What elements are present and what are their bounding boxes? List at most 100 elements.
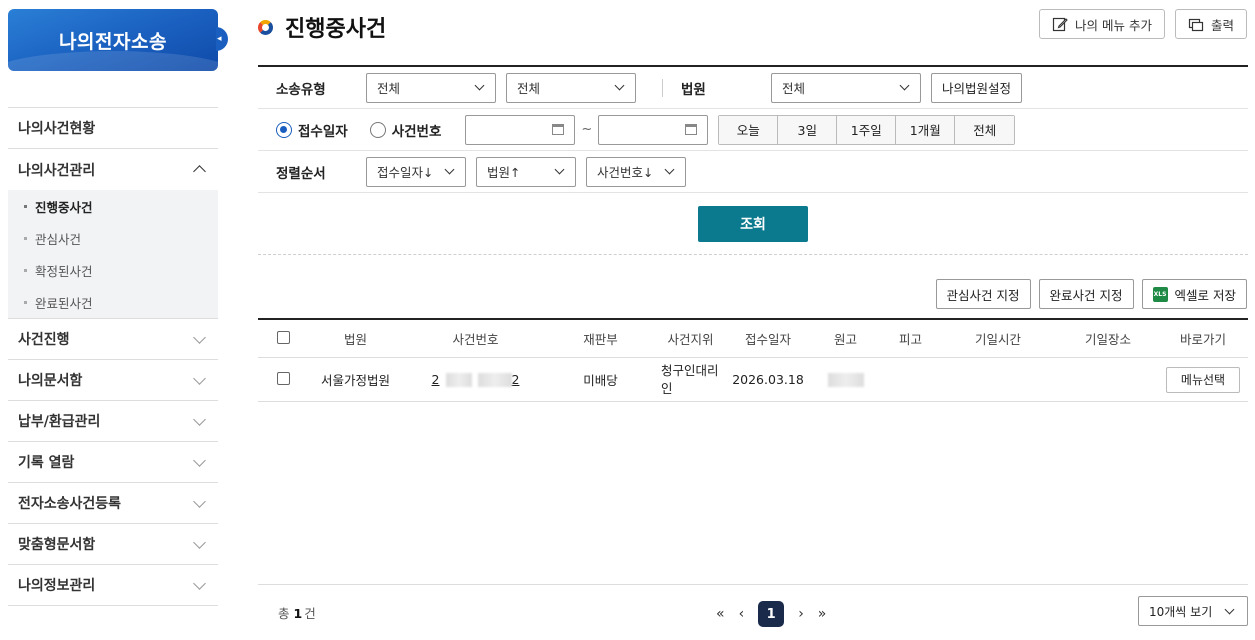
brand-wave — [8, 51, 218, 71]
page-1-button[interactable]: 1 — [758, 601, 785, 627]
period-3day-button[interactable]: 3일 — [778, 115, 838, 144]
type-select-1[interactable]: 전체 — [366, 72, 496, 103]
cell-date: 2026.03.18 — [732, 372, 804, 387]
prev-page-icon[interactable]: ‹ — [739, 606, 745, 622]
sidebar-item-custom-docs[interactable]: 맞춤형문서함 — [8, 524, 218, 565]
divider — [662, 78, 663, 97]
query-button[interactable]: 조회 — [698, 205, 808, 242]
radio-received-date[interactable]: 접수일자 — [276, 120, 348, 140]
chevron-down-icon — [1224, 604, 1235, 614]
select-all-checkbox[interactable] — [276, 330, 290, 344]
cell-status: 청구인대리인 — [661, 362, 719, 396]
type-select-2[interactable]: 전체 — [506, 72, 636, 103]
period-1week-button[interactable]: 1주일 — [837, 115, 897, 144]
next-page-icon[interactable]: › — [798, 606, 804, 622]
chevron-down-icon — [664, 164, 675, 175]
print-label: 출력 — [1210, 17, 1234, 33]
sidebar-collapse-icon[interactable]: ◂ — [216, 27, 228, 51]
date-to-field[interactable] — [598, 114, 709, 145]
submenu: 진행중사건 관심사건 확정된사건 완료된사건 — [8, 190, 218, 319]
submenu-item-interest[interactable]: 관심사건 — [8, 222, 218, 254]
type-label: 소송유형 — [276, 81, 326, 98]
sidebar-item-label: 나의문서함 — [18, 373, 83, 389]
col-date: 접수일자 — [744, 332, 791, 347]
print-icon — [1188, 18, 1204, 32]
submenu-item-ongoing[interactable]: 진행중사건 — [8, 190, 218, 222]
brand-banner[interactable]: 나의전자소송 — [8, 9, 218, 71]
col-status: 사건지위 — [667, 332, 714, 347]
redacted-block — [445, 373, 472, 388]
court-label: 법원 — [681, 81, 706, 98]
last-page-icon[interactable]: » — [818, 606, 827, 622]
excel-icon: XLS — [1152, 286, 1168, 302]
sidebar-item-label: 기록 열람 — [18, 455, 75, 471]
redacted-block — [827, 373, 864, 388]
sort-select-court[interactable]: 법원↑ — [476, 156, 576, 187]
search-row-type: 소송유형 전체 전체 법원 전체 나의법원설정 — [258, 67, 1248, 109]
col-hearing-place: 기일장소 — [1084, 332, 1131, 347]
sort-select-date[interactable]: 접수일자↓ — [366, 156, 466, 187]
sidebar-item-case-register[interactable]: 전자소송사건등록 — [8, 483, 218, 524]
submenu-label: 관심사건 — [35, 231, 82, 247]
case-table: 법원 사건번호 재판부 사건지위 접수일자 원고 피고 기일시간 기일장소 바로… — [258, 318, 1248, 402]
sidebar-item-records[interactable]: 기록 열람 — [8, 442, 218, 483]
sidebar-menu: 나의사건현황 나의사건관리 진행중사건 관심사건 확정된사건 완료된사건 사건진… — [8, 107, 218, 606]
menu-select-button[interactable]: 메뉴선택 — [1165, 366, 1241, 393]
chevron-down-icon — [444, 164, 455, 175]
court-setting-button[interactable]: 나의법원설정 — [931, 72, 1023, 103]
set-interest-button[interactable]: 관심사건 지정 — [935, 279, 1031, 309]
cell-plaintiff — [808, 372, 883, 388]
total-suffix: 건 — [304, 606, 316, 621]
col-plaintiff: 원고 — [833, 332, 857, 347]
sidebar-item-label: 전자소송사건등록 — [18, 496, 122, 512]
add-my-menu-button[interactable]: 나의 메뉴 추가 — [1039, 9, 1165, 39]
calendar-icon[interactable] — [552, 124, 565, 135]
sidebar-item-case-status[interactable]: 나의사건현황 — [8, 108, 218, 149]
period-today-button[interactable]: 오늘 — [719, 115, 779, 144]
first-page-icon[interactable]: « — [716, 606, 725, 622]
per-page-select[interactable]: 10개씩 보기 — [1138, 596, 1248, 626]
chevron-up-icon — [193, 165, 206, 178]
radio-case-number[interactable]: 사건번호 — [369, 120, 441, 140]
date-from-field[interactable] — [465, 114, 576, 145]
submenu-item-completed[interactable]: 완료된사건 — [8, 286, 218, 318]
total-count: 총1건 — [278, 603, 316, 622]
per-page-value: 10개씩 보기 — [1149, 604, 1213, 619]
header-checkbox-cell — [258, 330, 308, 347]
sort-select-caseno[interactable]: 사건번호↓ — [586, 156, 686, 187]
period-all-button[interactable]: 전체 — [955, 115, 1015, 144]
search-row-date: 접수일자 사건번호 ~ 오늘 3일 1주일 1개월 전체 — [258, 109, 1248, 151]
select-value: 전체 — [782, 81, 806, 96]
col-shortcut: 바로가기 — [1179, 332, 1226, 347]
sidebar: 나의전자소송 ◂ 나의사건현황 나의사건관리 진행중사건 관심사건 확정된사건 … — [8, 9, 228, 606]
table-actions: 관심사건 지정 완료사건 지정 XLS 엑셀로 저장 — [935, 279, 1247, 309]
row-checkbox-cell — [258, 371, 308, 388]
print-button[interactable]: 출력 — [1174, 9, 1247, 39]
cell-case-number[interactable]: 22 — [403, 372, 548, 388]
chevron-down-icon — [554, 164, 565, 175]
sidebar-item-case-management[interactable]: 나의사건관리 — [8, 149, 218, 190]
sort-label: 정렬순서 — [276, 165, 326, 182]
sidebar-item-documents[interactable]: 나의문서함 — [8, 360, 218, 401]
bullet-icon — [24, 300, 27, 304]
court-select[interactable]: 전체 — [771, 72, 921, 103]
table-footer: 총1건 « ‹ 1 › » 10개씩 보기 — [258, 584, 1248, 640]
calendar-icon[interactable] — [685, 124, 698, 135]
bullet-icon — [24, 236, 27, 240]
chevron-down-icon — [193, 494, 206, 508]
excel-save-label: 엑셀로 저장 — [1174, 287, 1236, 303]
submenu-item-confirmed[interactable]: 확정된사건 — [8, 254, 218, 286]
period-1month-button[interactable]: 1개월 — [896, 115, 956, 144]
sidebar-item-case-progress[interactable]: 사건진행 — [8, 319, 218, 360]
chevron-down-icon — [474, 80, 485, 91]
case-number-link[interactable]: 22 — [432, 372, 519, 388]
pagination: « ‹ 1 › » — [716, 601, 826, 627]
row-checkbox[interactable] — [276, 371, 290, 385]
excel-save-button[interactable]: XLS 엑셀로 저장 — [1141, 279, 1247, 309]
sidebar-item-my-info[interactable]: 나의정보관리 — [8, 565, 218, 606]
search-panel: 소송유형 전체 전체 법원 전체 나의법원설정 접수일자 사건번호 ~ 오늘 3… — [258, 65, 1248, 255]
query-row: 조회 — [258, 193, 1248, 255]
sidebar-item-payment[interactable]: 납부/환급관리 — [8, 401, 218, 442]
app: 나의전자소송 ◂ 나의사건현황 나의사건관리 진행중사건 관심사건 확정된사건 … — [0, 0, 1255, 640]
set-complete-button[interactable]: 완료사건 지정 — [1038, 279, 1134, 309]
